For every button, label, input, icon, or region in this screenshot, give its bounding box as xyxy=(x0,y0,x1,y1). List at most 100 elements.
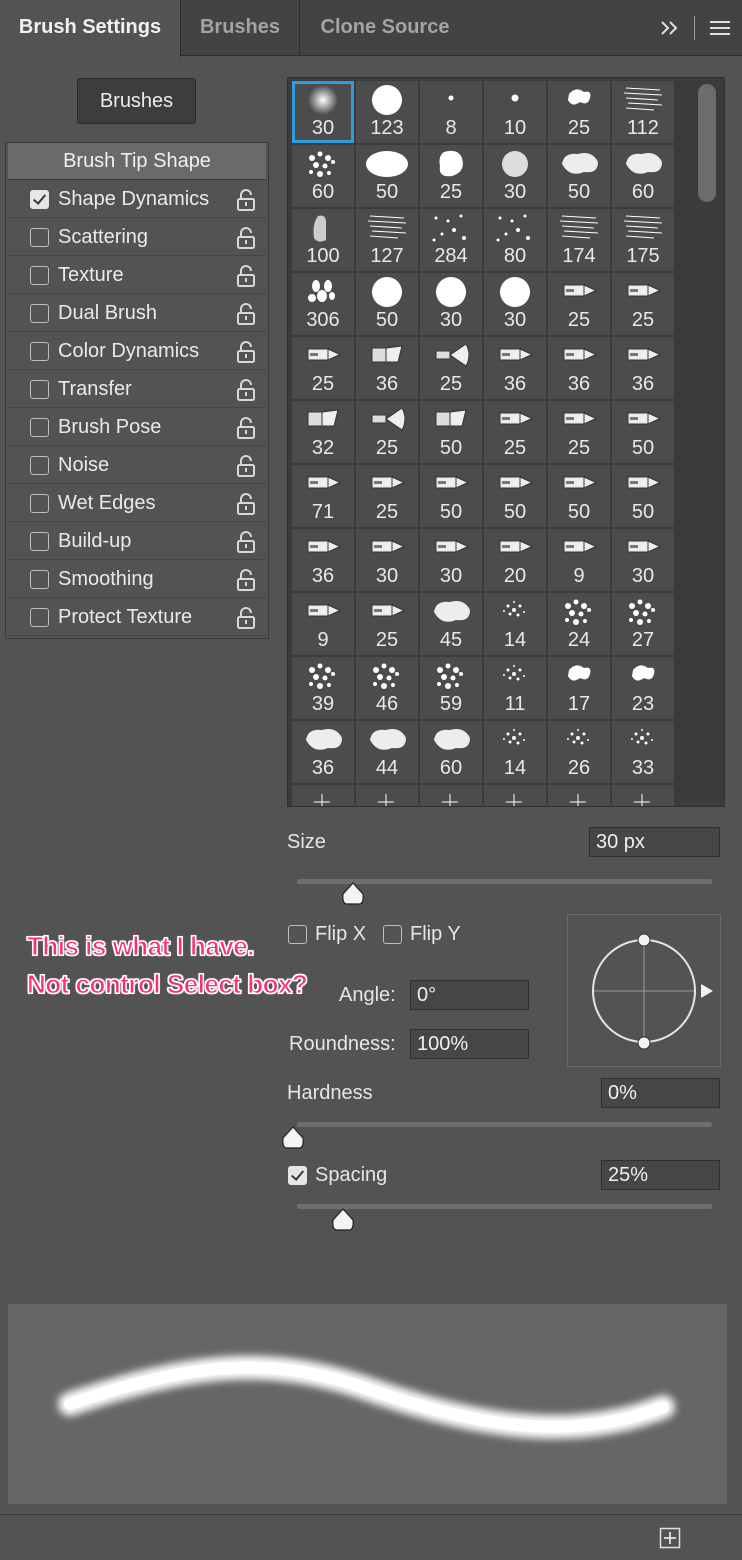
brush-preset-tile[interactable] xyxy=(484,785,546,806)
grid-scrollbar-thumb[interactable] xyxy=(698,84,716,202)
size-field[interactable]: 30 px xyxy=(589,827,720,857)
dual-brush-checkbox[interactable] xyxy=(30,304,49,323)
unlock-icon[interactable] xyxy=(236,530,256,554)
brush-preset-tile[interactable]: 71 xyxy=(292,465,354,527)
wet-edges-checkbox[interactable] xyxy=(30,494,49,513)
brush-preset-tile[interactable]: 36 xyxy=(548,337,610,399)
brush-preset-tile[interactable]: 36 xyxy=(292,721,354,783)
brush-preset-tile[interactable]: 23 xyxy=(612,657,674,719)
option-color-dynamics[interactable]: Color Dynamics xyxy=(8,333,266,370)
brush-preset-tile[interactable]: 32 xyxy=(292,401,354,463)
brush-preset-tile[interactable]: 39 xyxy=(292,657,354,719)
brush-pose-checkbox[interactable] xyxy=(30,418,49,437)
double-chevron-right-icon[interactable] xyxy=(655,0,685,56)
noise-checkbox[interactable] xyxy=(30,456,49,475)
brush-preset-tile[interactable]: 44 xyxy=(356,721,418,783)
unlock-icon[interactable] xyxy=(236,606,256,630)
brush-preset-tile[interactable]: 284 xyxy=(420,209,482,271)
brush-preset-tile[interactable] xyxy=(420,785,482,806)
brush-preset-tile[interactable] xyxy=(292,785,354,806)
brush-preset-tile[interactable]: 20 xyxy=(484,529,546,591)
protect-texture-checkbox[interactable] xyxy=(30,608,49,627)
brush-preset-tile[interactable] xyxy=(548,785,610,806)
hamburger-menu-icon[interactable] xyxy=(706,0,734,56)
option-dual-brush[interactable]: Dual Brush xyxy=(8,295,266,332)
option-texture[interactable]: Texture xyxy=(8,257,266,294)
unlock-icon[interactable] xyxy=(236,492,256,516)
brush-preset-tile[interactable]: 36 xyxy=(356,337,418,399)
brush-preset-tile[interactable]: 60 xyxy=(612,145,674,207)
brush-preset-tile[interactable]: 50 xyxy=(484,465,546,527)
brush-preset-tile[interactable]: 50 xyxy=(612,401,674,463)
hardness-slider-track[interactable] xyxy=(297,1122,712,1127)
brushes-button[interactable]: Brushes xyxy=(77,78,196,124)
brush-preset-tile[interactable]: 50 xyxy=(420,401,482,463)
brush-preset-tile[interactable]: 45 xyxy=(420,593,482,655)
brush-preset-tile[interactable]: 123 xyxy=(356,81,418,143)
hardness-field[interactable]: 0% xyxy=(601,1078,720,1108)
option-protect-texture[interactable]: Protect Texture xyxy=(8,599,266,636)
tab-clone-source[interactable]: Clone Source xyxy=(300,0,470,56)
brush-preset-tile[interactable]: 60 xyxy=(420,721,482,783)
unlock-icon[interactable] xyxy=(236,264,256,288)
brush-tip-shape-item[interactable]: Brush Tip Shape xyxy=(8,143,266,180)
unlock-icon[interactable] xyxy=(236,188,256,212)
brush-preset-tile[interactable]: 46 xyxy=(356,657,418,719)
brush-preset-tile[interactable]: 25 xyxy=(548,273,610,335)
color-dynamics-checkbox[interactable] xyxy=(30,342,49,361)
option-brush-pose[interactable]: Brush Pose xyxy=(8,409,266,446)
hardness-slider-thumb[interactable] xyxy=(281,1126,305,1150)
texture-checkbox[interactable] xyxy=(30,266,49,285)
brush-preset-tile[interactable]: 25 xyxy=(548,81,610,143)
brush-preset-tile[interactable]: 26 xyxy=(548,721,610,783)
unlock-icon[interactable] xyxy=(236,454,256,478)
brush-preset-tile[interactable]: 112 xyxy=(612,81,674,143)
brush-preset-tile[interactable]: 27 xyxy=(612,593,674,655)
brush-preset-tile[interactable]: 25 xyxy=(292,337,354,399)
brush-preset-tile[interactable]: 25 xyxy=(356,465,418,527)
build-up-checkbox[interactable] xyxy=(30,532,49,551)
spacing-slider-thumb[interactable] xyxy=(331,1208,355,1232)
brush-preset-tile[interactable]: 50 xyxy=(548,145,610,207)
brush-preset-tile[interactable]: 25 xyxy=(420,337,482,399)
brush-preset-tile[interactable]: 25 xyxy=(548,401,610,463)
brush-preset-tile[interactable]: 50 xyxy=(548,465,610,527)
brush-preset-tile[interactable]: 127 xyxy=(356,209,418,271)
brush-preset-tile[interactable]: 33 xyxy=(612,721,674,783)
brush-preset-tile[interactable]: 30 xyxy=(356,529,418,591)
shape-dynamics-checkbox[interactable] xyxy=(30,190,49,209)
brush-preset-tile[interactable]: 50 xyxy=(356,145,418,207)
angle-field[interactable]: 0° xyxy=(410,980,529,1010)
brush-preset-tile[interactable]: 9 xyxy=(548,529,610,591)
option-transfer[interactable]: Transfer xyxy=(8,371,266,408)
option-noise[interactable]: Noise xyxy=(8,447,266,484)
tab-brushes[interactable]: Brushes xyxy=(181,0,300,56)
brush-preset-tile[interactable]: 36 xyxy=(484,337,546,399)
option-smoothing[interactable]: Smoothing xyxy=(8,561,266,598)
new-brush-plus-icon[interactable] xyxy=(659,1527,681,1549)
spacing-slider-track[interactable] xyxy=(297,1204,712,1209)
brush-preset-tile[interactable]: 30 xyxy=(420,273,482,335)
transfer-checkbox[interactable] xyxy=(30,380,49,399)
flip-x-checkbox[interactable] xyxy=(288,925,307,944)
brush-preset-tile[interactable]: 36 xyxy=(612,337,674,399)
brush-preset-tile[interactable]: 25 xyxy=(356,593,418,655)
brush-preset-tile[interactable]: 36 xyxy=(292,529,354,591)
brush-preset-tile[interactable]: 50 xyxy=(356,273,418,335)
brush-preset-tile[interactable]: 50 xyxy=(420,465,482,527)
brush-preset-tile[interactable]: 30 xyxy=(612,529,674,591)
brush-preset-tile[interactable]: 175 xyxy=(612,209,674,271)
unlock-icon[interactable] xyxy=(236,302,256,326)
brush-preset-tile[interactable]: 25 xyxy=(356,401,418,463)
brush-preset-tile[interactable]: 80 xyxy=(484,209,546,271)
unlock-icon[interactable] xyxy=(236,226,256,250)
brush-preset-tile[interactable]: 30 xyxy=(484,145,546,207)
option-scattering[interactable]: Scattering xyxy=(8,219,266,256)
brush-preset-tile[interactable]: 60 xyxy=(292,145,354,207)
brush-preset-tile[interactable]: 174 xyxy=(548,209,610,271)
brush-preset-tile[interactable]: 17 xyxy=(548,657,610,719)
angle-roundness-widget[interactable] xyxy=(567,914,721,1067)
brush-preset-tile[interactable]: 30 xyxy=(420,529,482,591)
brush-preset-tile[interactable]: 9 xyxy=(292,593,354,655)
size-slider-thumb[interactable] xyxy=(341,882,365,906)
